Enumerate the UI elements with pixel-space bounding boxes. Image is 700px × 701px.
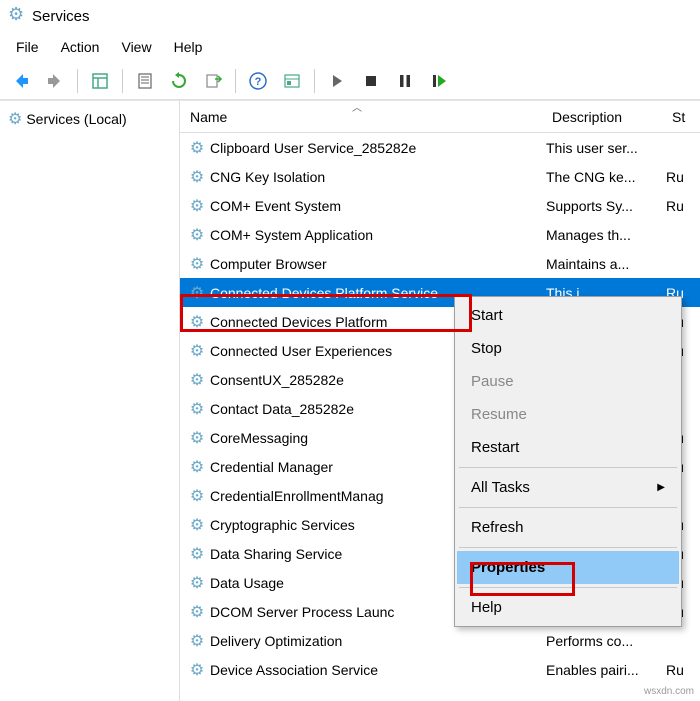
service-stop-button[interactable] [356,66,386,96]
gear-icon: ⚙ [186,573,208,593]
service-restart-button[interactable] [424,66,454,96]
service-pause-button[interactable] [390,66,420,96]
gear-icon: ⚙ [186,225,208,245]
chevron-right-icon: ▶ [657,482,665,493]
context-menu: Start Stop Pause Resume Restart All Task… [454,296,682,627]
service-name: Delivery Optimization [210,633,546,649]
gear-icon: ⚙ [186,370,208,390]
service-status: Ru [666,198,700,214]
gear-icon: ⚙ [186,515,208,535]
context-menu-help[interactable]: Help [457,591,679,624]
menu-file[interactable]: File [6,36,49,58]
properties-button[interactable] [130,66,160,96]
context-menu-separator [459,547,677,548]
window-title: Services [32,8,90,25]
service-row[interactable]: ⚙Clipboard User Service_285282eThis user… [180,133,700,162]
nav-back-button[interactable] [6,66,36,96]
context-menu-resume: Resume [457,398,679,431]
svg-text:?: ? [255,76,262,88]
context-menu-all-tasks[interactable]: All Tasks ▶ [457,471,679,504]
service-start-button[interactable] [322,66,352,96]
service-row[interactable]: ⚙CNG Key IsolationThe CNG ke...Ru [180,162,700,191]
service-name: CNG Key Isolation [210,169,546,185]
toolbar-separator [122,69,123,93]
service-row[interactable]: ⚙COM+ Event SystemSupports Sy...Ru [180,191,700,220]
menu-action[interactable]: Action [51,36,110,58]
context-menu-restart[interactable]: Restart [457,431,679,464]
gear-icon [8,7,26,25]
service-description: Maintains a... [546,256,666,272]
context-menu-separator [459,587,677,588]
gear-icon: ⚙ [186,196,208,216]
context-menu-refresh[interactable]: Refresh [457,511,679,544]
gear-icon: ⚙ [186,428,208,448]
gear-icon: ⚙ [186,341,208,361]
show-hide-tree-button[interactable] [85,66,115,96]
watermark: wsxdn.com [644,686,694,697]
service-description: Performs co... [546,633,666,649]
service-description: Manages th... [546,227,666,243]
service-description: Supports Sy... [546,198,666,214]
context-menu-stop[interactable]: Stop [457,332,679,365]
service-name: Clipboard User Service_285282e [210,140,546,156]
context-menu-start[interactable]: Start [457,299,679,332]
service-row[interactable]: ⚙Computer BrowserMaintains a... [180,249,700,278]
console-button[interactable] [277,66,307,96]
gear-icon: ⚙ [186,544,208,564]
toolbar-separator [235,69,236,93]
service-name: COM+ System Application [210,227,546,243]
gear-icon: ⚙ [186,283,208,303]
service-status: Ru [666,662,700,678]
toolbar: ? [0,62,700,100]
tree-item-services-local[interactable]: ⚙ Services (Local) [0,105,179,133]
service-row[interactable]: ⚙COM+ System ApplicationManages th... [180,220,700,249]
toolbar-separator [77,69,78,93]
service-description: The CNG ke... [546,169,666,185]
gear-icon: ⚙ [186,660,208,680]
service-name: Computer Browser [210,256,546,272]
column-header-status[interactable]: St [666,109,700,125]
gear-icon: ⚙ [186,138,208,158]
service-row[interactable]: ⚙Delivery OptimizationPerforms co... [180,626,700,655]
context-menu-label: Properties [471,559,545,576]
gear-icon: ⚙ [186,167,208,187]
gear-icon: ⚙ [186,254,208,274]
tree-pane: ⚙ Services (Local) [0,101,180,701]
service-name: COM+ Event System [210,198,546,214]
context-menu-separator [459,507,677,508]
refresh-button[interactable] [164,66,194,96]
service-description: Enables pairi... [546,662,666,678]
service-description: This user ser... [546,140,666,156]
menubar: File Action View Help [0,32,700,62]
service-row[interactable]: ⚙Device Association ServiceEnables pairi… [180,655,700,684]
service-status: Ru [666,169,700,185]
gear-icon: ⚙ [186,457,208,477]
toolbar-separator [314,69,315,93]
gear-icon: ⚙ [186,399,208,419]
titlebar: Services [0,0,700,32]
gear-icon: ⚙ [8,109,22,129]
menu-view[interactable]: View [111,36,161,58]
context-menu-label: All Tasks [471,479,530,496]
column-header-description[interactable]: Description [546,109,666,125]
context-menu-separator [459,467,677,468]
service-name: Device Association Service [210,662,546,678]
column-header-name[interactable]: Name [180,109,546,125]
gear-icon: ⚙ [186,602,208,622]
grid-header: ︿ Name Description St [180,101,700,133]
help-button[interactable]: ? [243,66,273,96]
gear-icon: ⚙ [186,486,208,506]
export-button[interactable] [198,66,228,96]
gear-icon: ⚙ [186,631,208,651]
nav-forward-button [40,66,70,96]
tree-item-label: Services (Local) [26,111,126,127]
menu-help[interactable]: Help [164,36,213,58]
context-menu-pause: Pause [457,365,679,398]
gear-icon: ⚙ [186,312,208,332]
context-menu-properties[interactable]: Properties [457,551,679,584]
sort-indicator-icon: ︿ [352,101,362,114]
